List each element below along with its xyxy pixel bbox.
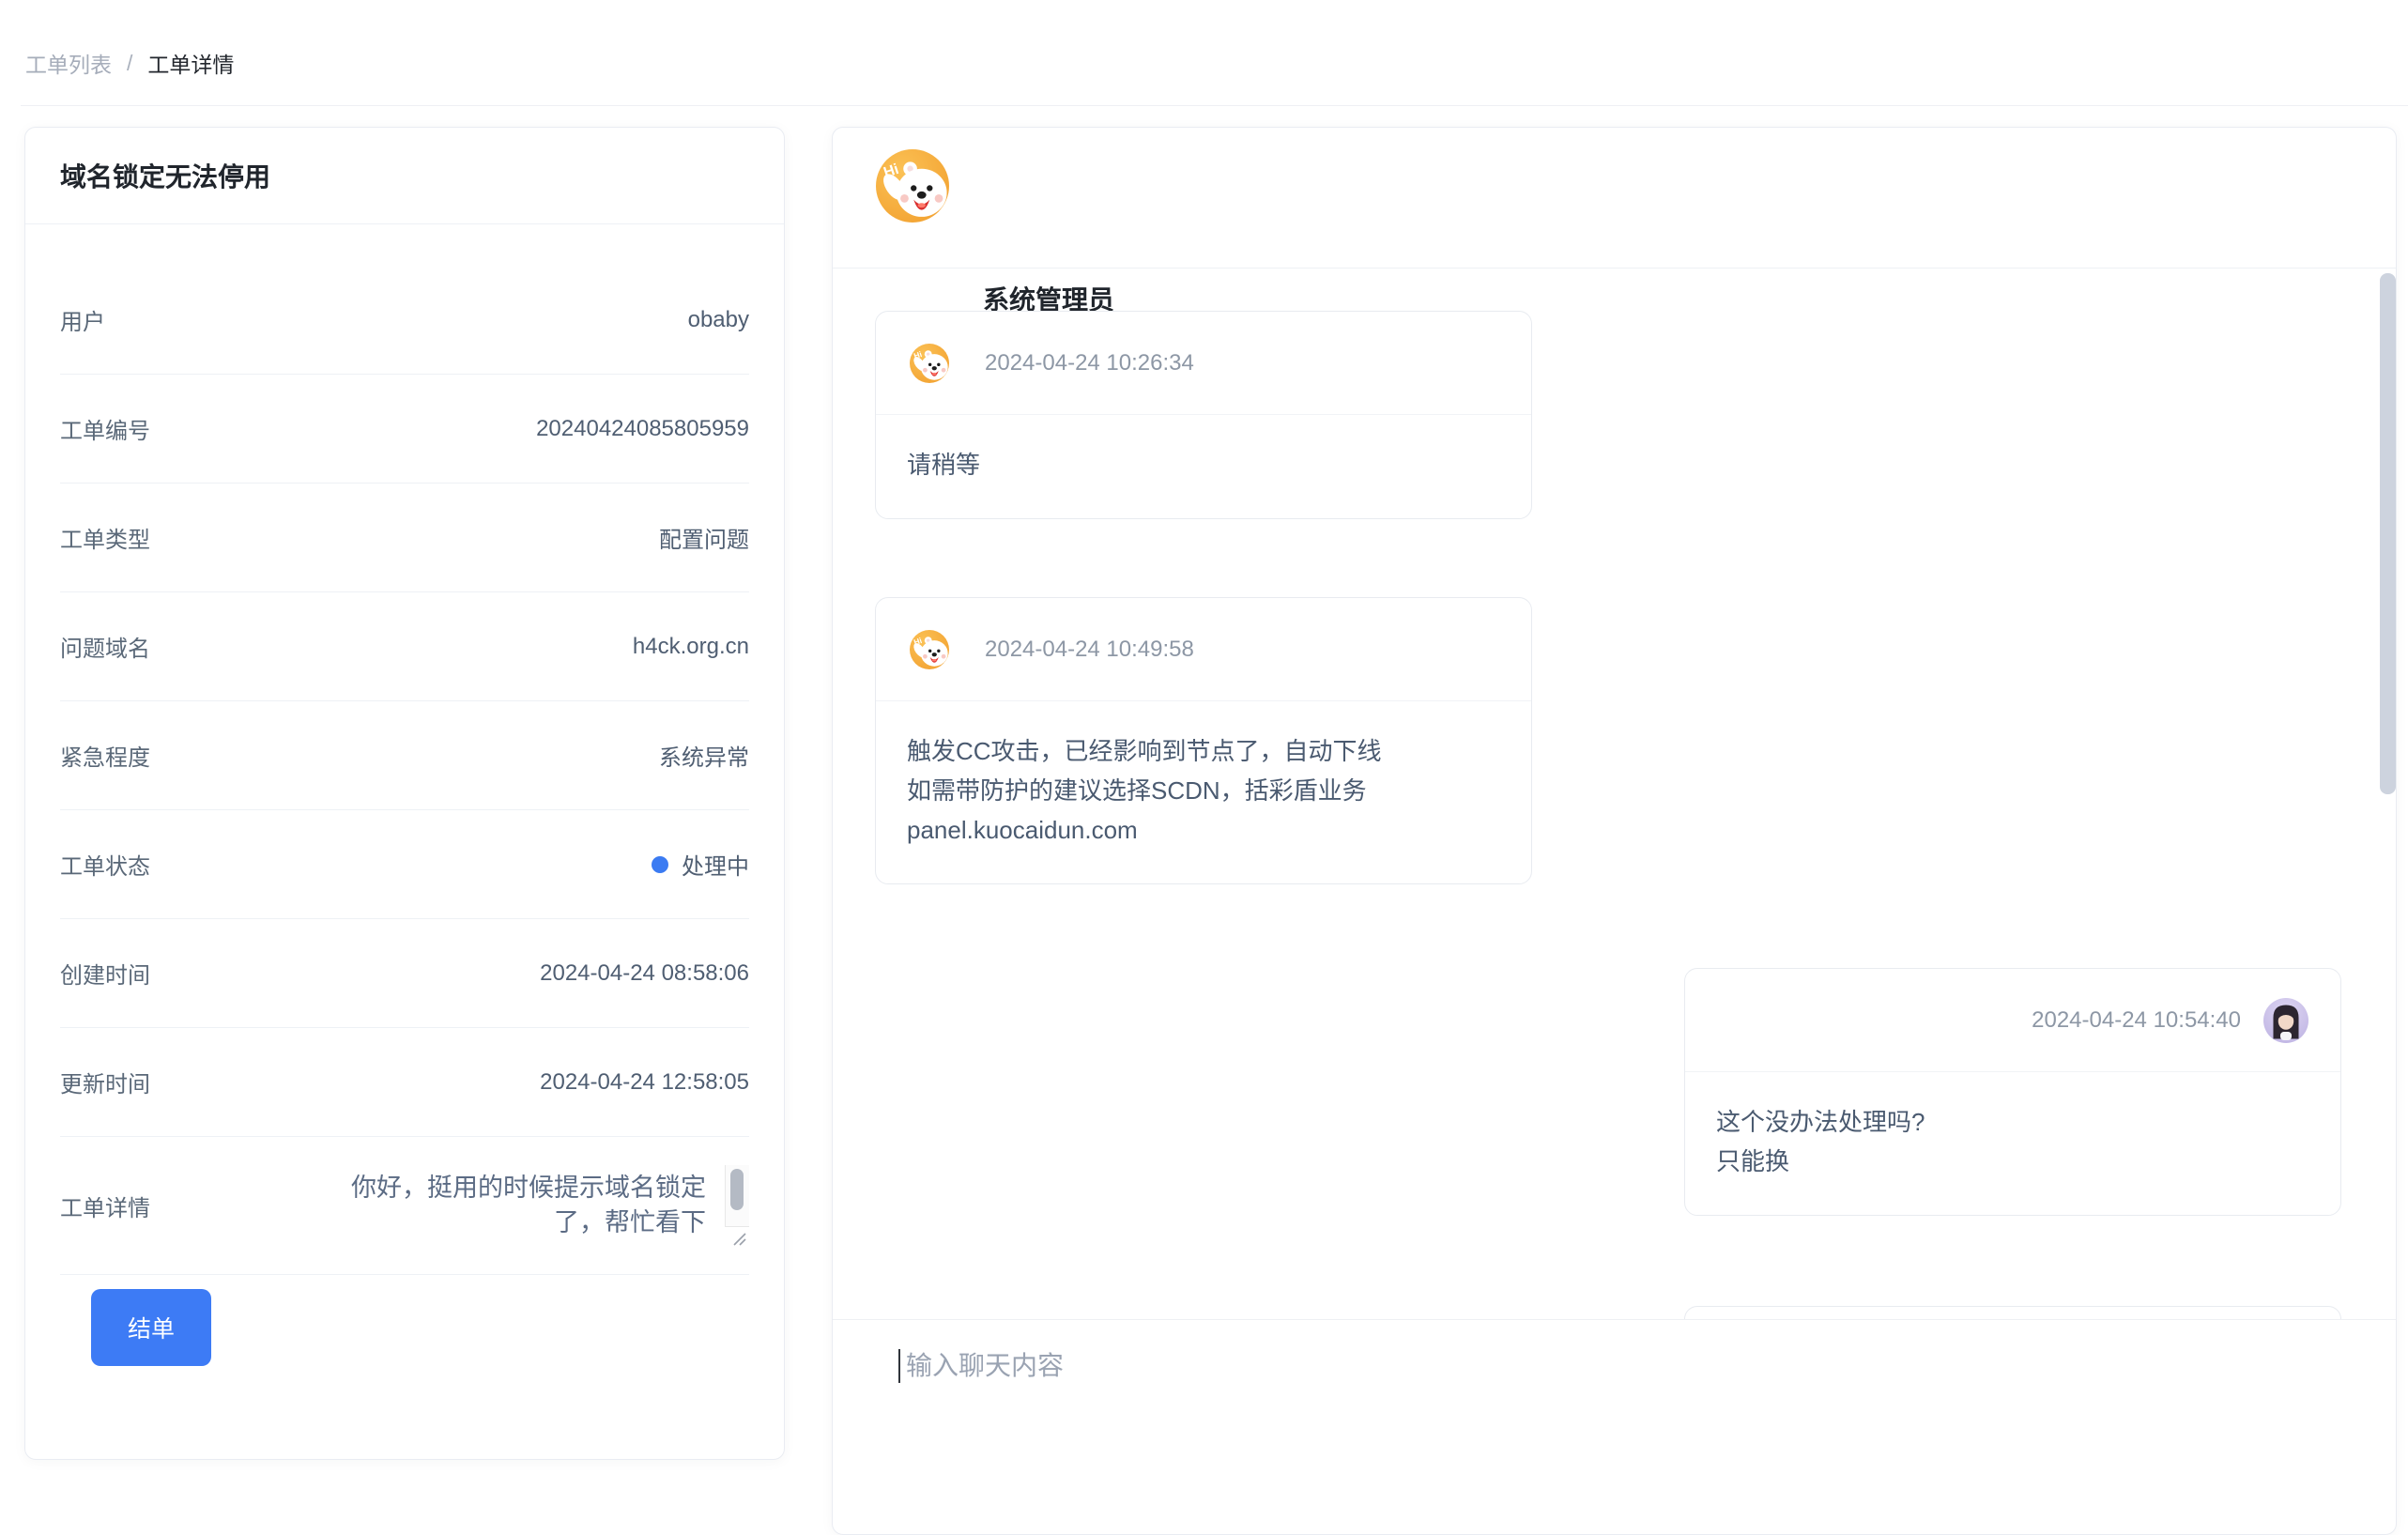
message-timestamp: 2024-04-24 10:54:40: [2032, 1007, 2241, 1034]
field-value: 配置问题: [659, 521, 749, 554]
field-label: 更新时间: [60, 1066, 150, 1098]
breadcrumb-current: 工单详情: [147, 47, 234, 79]
field-row-urgency: 紧急程度 系统异常: [60, 701, 749, 810]
message-header: 2024-04-24 10:26:34: [876, 312, 1531, 415]
field-value: 2024-04-24 08:58:06: [540, 960, 749, 987]
breadcrumb-link-ticket-list[interactable]: 工单列表: [25, 47, 112, 79]
text-cursor: [898, 1349, 900, 1383]
field-label: 问题域名: [60, 630, 150, 663]
field-label: 工单编号: [60, 412, 150, 445]
field-row-domain: 问题域名 h4ck.org.cn: [60, 592, 749, 701]
field-value: obaby: [688, 307, 749, 333]
chat-input-area: 输入聊天内容: [833, 1320, 2396, 1534]
chat-message-user: 2024-04-24 10:54:40 这个没办法处理吗? 只能换: [1684, 968, 2341, 1216]
chat-header: 系统管理员 与 系统管理员 的对话: [833, 128, 2396, 269]
ticket-detail-textarea[interactable]: 你好，挺用的时候提示域名锁定了，帮忙看下: [325, 1165, 749, 1246]
field-row-ticket-no: 工单编号 20240424085805959: [60, 375, 749, 484]
message-text: 请稍等: [876, 415, 1531, 518]
message-header: 2024-04-24 10:54:40: [1685, 969, 2340, 1072]
field-label: 工单详情: [60, 1190, 150, 1222]
message-timestamp: 2024-04-24 10:49:58: [985, 637, 1194, 663]
status-text: 处理中: [682, 848, 749, 881]
field-value: 系统异常: [659, 739, 749, 772]
field-row-updated: 更新时间 2024-04-24 12:58:05: [60, 1028, 749, 1137]
ticket-fields: 用户 obaby 工单编号 20240424085805959 工单类型 配置问…: [25, 224, 784, 1366]
admin-avatar: [910, 630, 949, 669]
status-dot-icon: [652, 856, 668, 873]
breadcrumb-separator: /: [127, 51, 132, 76]
chat-scrollbar[interactable]: [2380, 273, 2396, 794]
admin-avatar: [876, 149, 949, 223]
chat-message-admin: 2024-04-24 10:26:34 请稍等: [875, 311, 1532, 519]
resize-handle-icon[interactable]: [730, 1231, 747, 1246]
field-value: 20240424085805959: [536, 416, 749, 442]
chat-input[interactable]: 输入聊天内容: [898, 1349, 1064, 1383]
field-row-ticket-type: 工单类型 配置问题: [60, 484, 749, 592]
header-divider: [21, 105, 2408, 106]
message-text: 这个没办法处理吗? 只能换: [1685, 1072, 2340, 1215]
breadcrumb: 工单列表 / 工单详情: [25, 47, 234, 79]
user-avatar: [2263, 998, 2308, 1043]
textarea-scrollbar[interactable]: [725, 1165, 749, 1227]
chat-input-placeholder: 输入聊天内容: [906, 1349, 1064, 1383]
field-value-status: 处理中: [652, 848, 749, 881]
message-header: 2024-04-24 10:49:58: [876, 598, 1531, 701]
field-label: 创建时间: [60, 957, 150, 990]
field-row-created: 创建时间 2024-04-24 08:58:06: [60, 919, 749, 1028]
ticket-card-header: 域名锁定无法停用: [25, 128, 784, 224]
chat-panel: 系统管理员 与 系统管理员 的对话 2024-04-24 10:26:34 请稍…: [832, 127, 2397, 1535]
field-label: 工单类型: [60, 521, 150, 554]
field-value: h4ck.org.cn: [633, 634, 749, 660]
field-row-user: 用户 obaby: [60, 266, 749, 375]
field-row-detail: 工单详情 你好，挺用的时候提示域名锁定了，帮忙看下: [60, 1137, 749, 1275]
chat-message-user-partial: [1684, 1306, 2341, 1320]
field-label: 紧急程度: [60, 739, 150, 772]
close-ticket-button[interactable]: 结单: [91, 1289, 211, 1366]
field-label: 工单状态: [60, 848, 150, 881]
ticket-detail-text: 你好，挺用的时候提示域名锁定了，帮忙看下: [334, 1171, 706, 1235]
message-text: 触发CC攻击，已经影响到节点了，自动下线 如需带防护的建议选择SCDN，括彩盾业…: [876, 701, 1531, 883]
field-value: 2024-04-24 12:58:05: [540, 1069, 749, 1096]
admin-avatar: [910, 344, 949, 383]
chat-message-list: 2024-04-24 10:26:34 请稍等 2024-04-24 10:49…: [833, 269, 2396, 1320]
message-timestamp: 2024-04-24 10:26:34: [985, 350, 1194, 376]
ticket-title: 域名锁定无法停用: [60, 157, 749, 194]
field-row-status: 工单状态 处理中: [60, 810, 749, 919]
chat-message-admin: 2024-04-24 10:49:58 触发CC攻击，已经影响到节点了，自动下线…: [875, 597, 1532, 884]
field-label: 用户: [60, 303, 105, 336]
textarea-scrollbar-thumb[interactable]: [730, 1169, 744, 1210]
message-header: [1685, 1307, 2340, 1320]
ticket-detail-card: 域名锁定无法停用 用户 obaby 工单编号 20240424085805959…: [24, 127, 785, 1460]
